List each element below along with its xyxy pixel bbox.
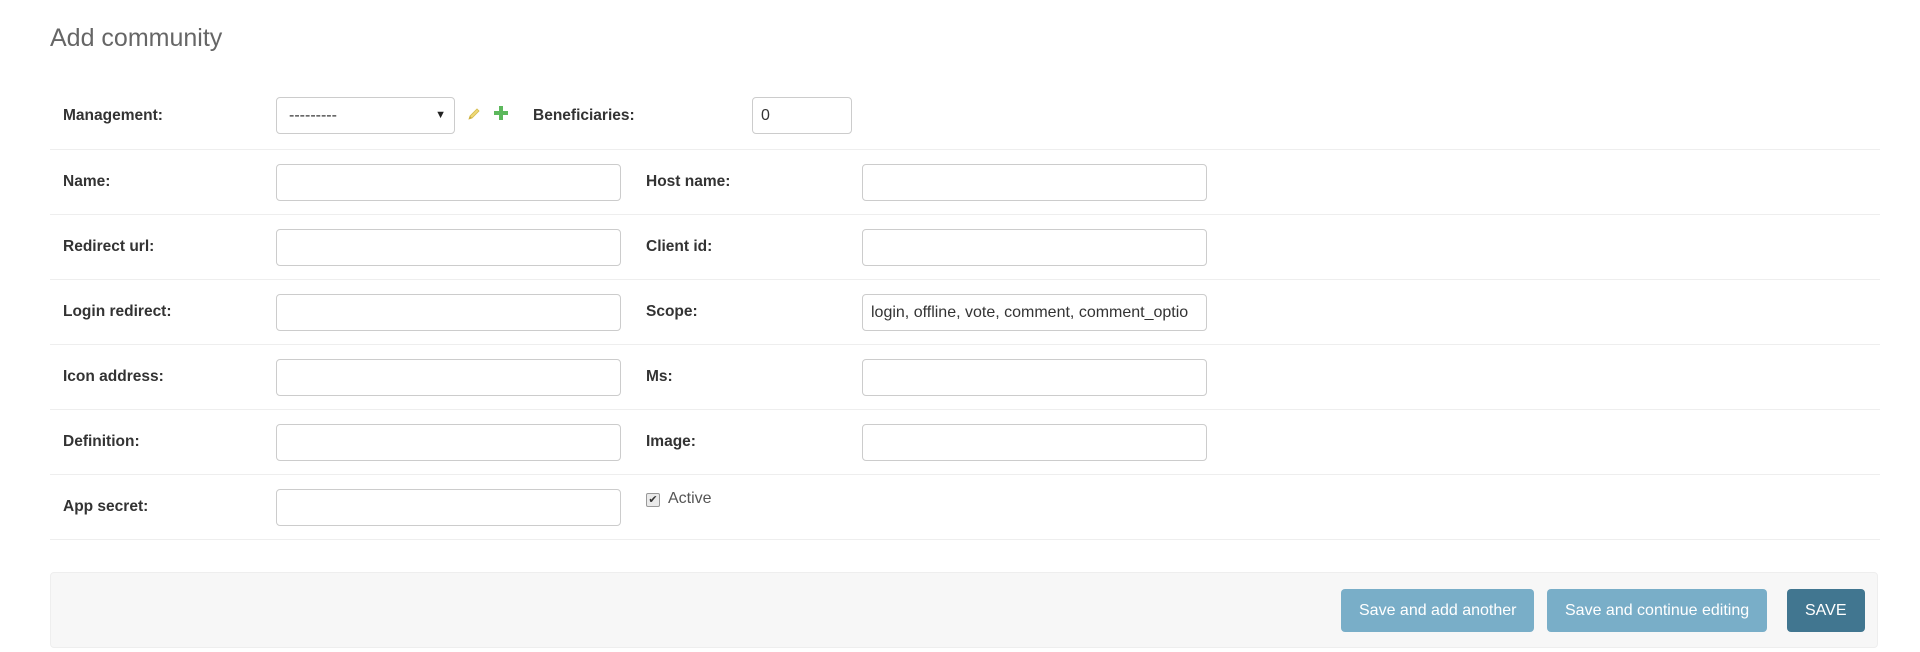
management-select[interactable]: --------- ▼ <box>276 97 455 134</box>
active-checkbox[interactable]: ✔ <box>646 493 660 507</box>
form-row-icon-address: Icon address: Ms: <box>50 345 1880 410</box>
beneficiaries-label: Beneficiaries: <box>533 107 635 124</box>
beneficiaries-input[interactable]: 0 <box>752 97 852 134</box>
image-input[interactable] <box>862 424 1207 461</box>
save-and-continue-editing-button[interactable]: Save and continue editing <box>1547 589 1768 632</box>
management-selected-value: --------- <box>289 107 337 124</box>
scope-label: Scope: <box>646 303 698 320</box>
form-row-app-secret: App secret: ✔ Active <box>50 475 1880 540</box>
active-label: Active <box>668 490 712 507</box>
page-title: Add community <box>50 24 223 52</box>
form-row-definition: Definition: Image: <box>50 410 1880 475</box>
ms-label: Ms: <box>646 368 673 385</box>
form-row-name: Name: Host name: <box>50 150 1880 215</box>
client-id-input[interactable] <box>862 229 1207 266</box>
icon-address-label: Icon address: <box>63 368 164 385</box>
app-secret-input[interactable] <box>276 489 621 526</box>
redirect-url-label: Redirect url: <box>63 238 155 255</box>
save-button[interactable]: SAVE <box>1787 589 1865 632</box>
ms-input[interactable] <box>862 359 1207 396</box>
definition-input[interactable] <box>276 424 621 461</box>
form-row-management: Management: --------- ▼ Beneficiaries: 0 <box>50 86 1880 150</box>
plus-icon[interactable] <box>493 105 509 126</box>
name-label: Name: <box>63 173 111 190</box>
image-label: Image: <box>646 433 696 450</box>
management-label: Management: <box>63 107 163 124</box>
definition-label: Definition: <box>63 433 140 450</box>
host-name-label: Host name: <box>646 173 731 190</box>
pencil-icon[interactable] <box>466 106 482 127</box>
icon-address-input[interactable] <box>276 359 621 396</box>
admin-add-community-page: Add community Management: --------- ▼ Be… <box>0 0 1920 652</box>
name-input[interactable] <box>276 164 621 201</box>
login-redirect-input[interactable] <box>276 294 621 331</box>
chevron-down-icon: ▼ <box>435 109 446 121</box>
save-and-add-another-button[interactable]: Save and add another <box>1341 589 1535 632</box>
scope-input[interactable]: login, offline, vote, comment, comment_o… <box>862 294 1207 331</box>
community-form: Management: --------- ▼ Beneficiaries: 0 <box>50 86 1880 540</box>
form-row-login-redirect: Login redirect: Scope: login, offline, v… <box>50 280 1880 345</box>
app-secret-label: App secret: <box>63 498 149 515</box>
form-row-redirect-url: Redirect url: Client id: <box>50 215 1880 280</box>
client-id-label: Client id: <box>646 238 713 255</box>
redirect-url-input[interactable] <box>276 229 621 266</box>
submit-row: Save and add another Save and continue e… <box>50 572 1878 648</box>
host-name-input[interactable] <box>862 164 1207 201</box>
login-redirect-label: Login redirect: <box>63 303 172 320</box>
